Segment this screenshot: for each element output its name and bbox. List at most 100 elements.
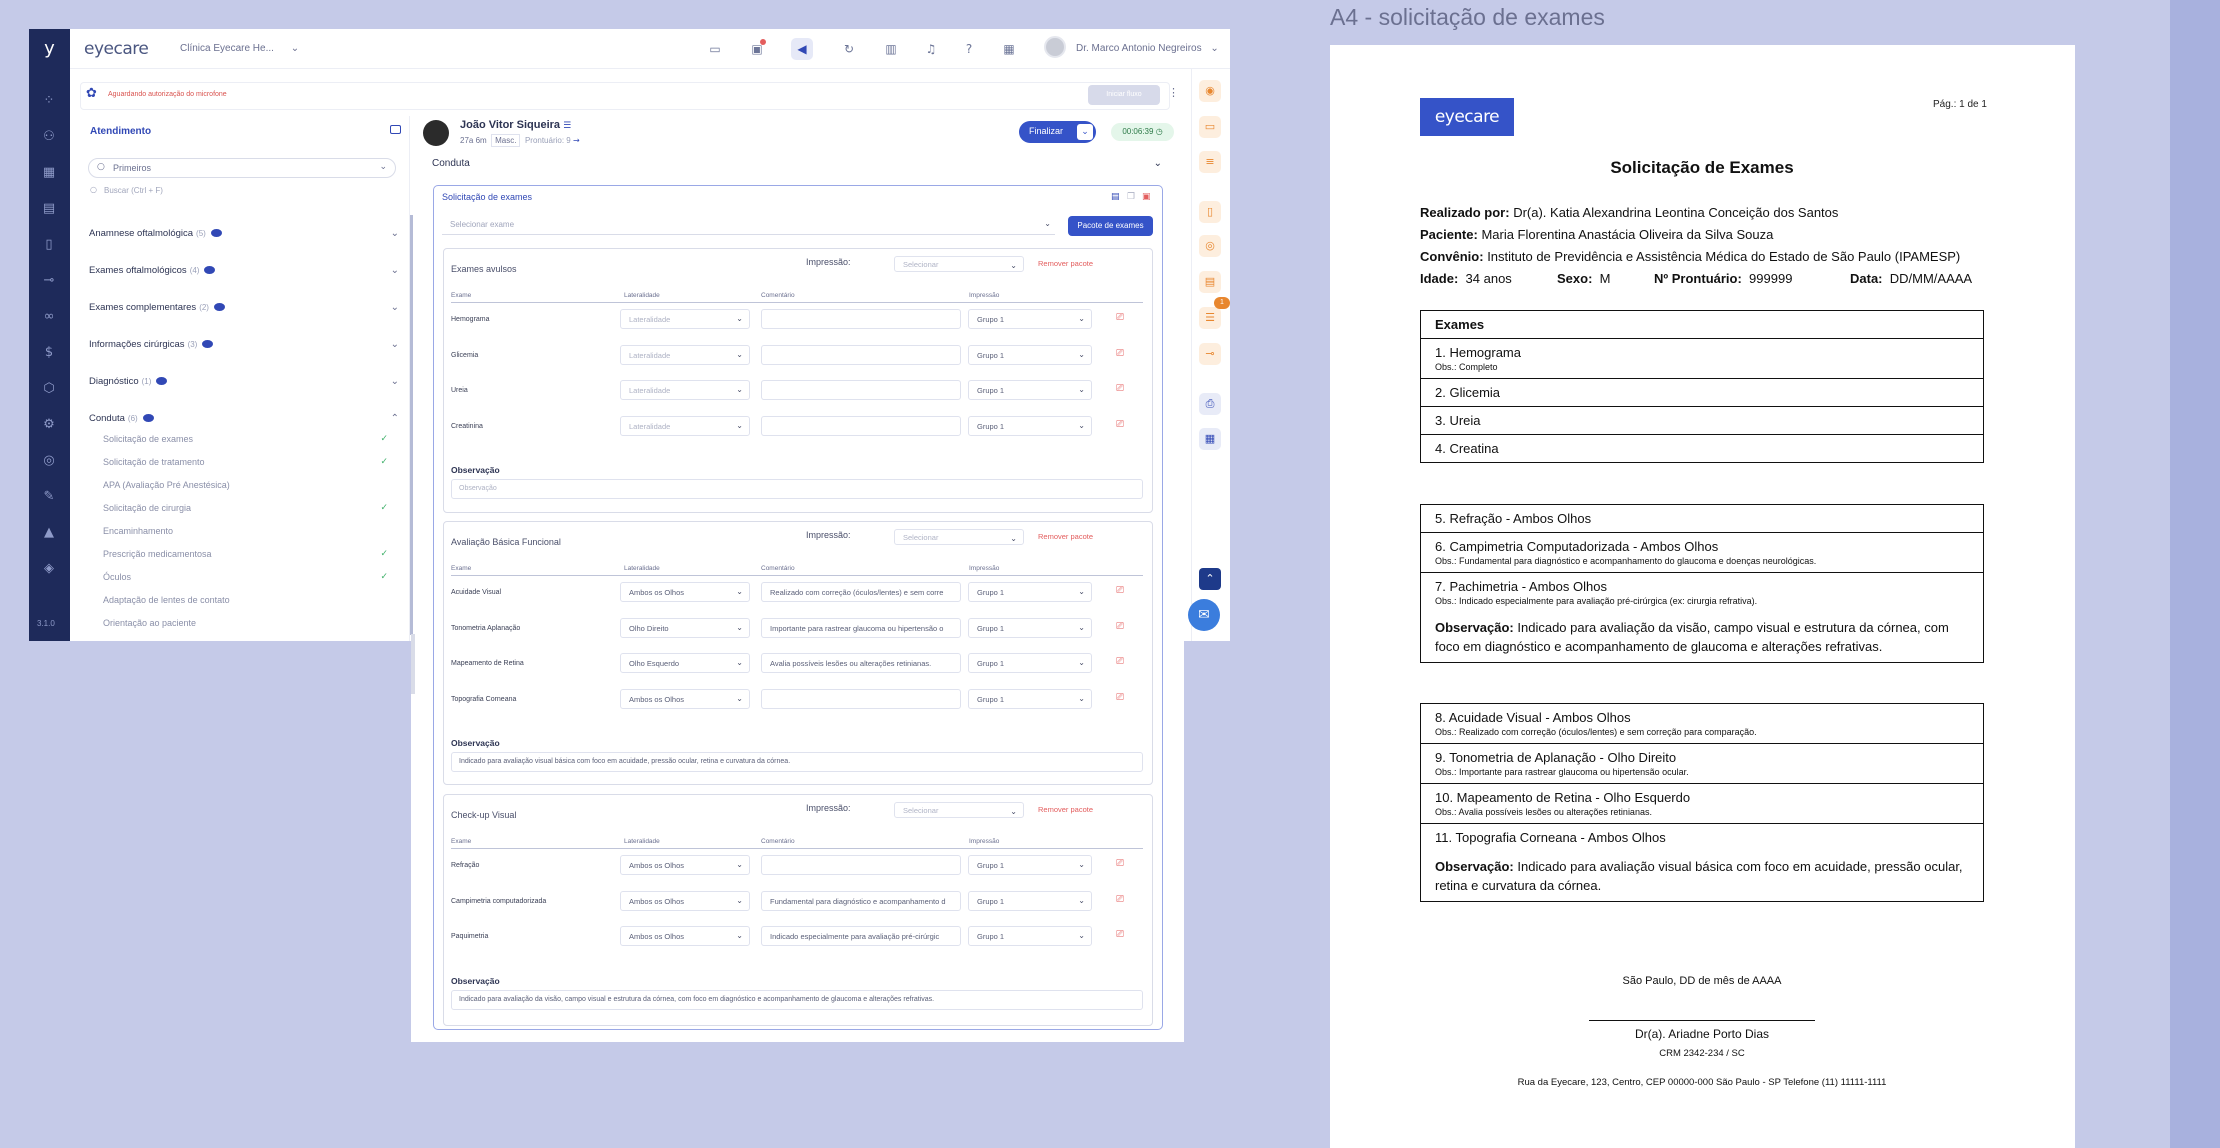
finalize-button[interactable]: Finalizar ⌄ <box>1019 121 1096 143</box>
remove-package-link[interactable]: Remover pacote <box>1038 259 1093 268</box>
print-group-select[interactable]: Grupo 1 ⌄ <box>968 415 1092 436</box>
calculator-icon[interactable]: ▦ <box>998 38 1020 60</box>
settings-icon[interactable]: ⚙ <box>39 415 59 435</box>
copy-icon[interactable]: ❐ <box>1127 192 1135 202</box>
shield-icon[interactable]: ◈ <box>39 559 59 579</box>
trash-icon[interactable]: ⎚ <box>1116 858 1124 869</box>
eye-icon[interactable]: ◎ <box>1199 235 1221 257</box>
section-exames-complementares[interactable]: Exames complementares (2) ⌄ <box>89 302 399 313</box>
sidebar-filter-select[interactable]: ○ Primeiros ⌄ <box>88 158 396 178</box>
chat-icon[interactable]: ✉ <box>1188 599 1220 631</box>
print-group-select[interactable]: Grupo 1 ⌄ <box>968 688 1092 709</box>
remove-package-link[interactable]: Remover pacote <box>1038 805 1093 814</box>
dashboard-icon[interactable]: ⁘ <box>39 91 59 111</box>
bell-icon[interactable]: ♫ <box>920 38 942 60</box>
sidebar-scrollbar[interactable] <box>410 215 413 635</box>
laterality-select[interactable]: Lateralidade ⌄ <box>620 380 750 400</box>
comment-input[interactable]: Realizado com correção (óculos/lentes) e… <box>761 582 961 602</box>
trash-icon[interactable]: ⎚ <box>1116 419 1124 430</box>
sidebar-item-solicitacao-exames[interactable]: Solicitação de exames ✓ <box>103 434 388 444</box>
glasses-icon[interactable]: ∞ <box>39 307 59 327</box>
laterality-select[interactable]: Lateralidade ⌄ <box>620 344 750 365</box>
clipboard-icon[interactable]: ▯ <box>39 235 59 255</box>
eye-icon[interactable] <box>142 414 154 423</box>
impression-select[interactable]: Selecionar ⌄ <box>894 256 1024 272</box>
chevron-down-icon[interactable]: ⌄ <box>1077 124 1093 140</box>
trash-icon[interactable]: ▣ <box>1142 192 1151 202</box>
user-menu[interactable]: Dr. Marco Antonio Negreiros ⌄ <box>1076 43 1219 54</box>
notes-icon[interactable]: ≡ <box>1199 151 1221 173</box>
print-group-select[interactable]: Grupo 1 ⌄ <box>968 890 1092 911</box>
notifications-icon[interactable]: ▣ <box>746 38 768 60</box>
sync-icon[interactable]: ↻ <box>838 38 860 60</box>
file-icon[interactable]: ▤ <box>1199 271 1221 293</box>
section-diagnostico[interactable]: Diagnóstico (1) ⌄ <box>89 376 399 387</box>
trash-icon[interactable]: ⎚ <box>1116 656 1124 667</box>
print-group-select[interactable]: Grupo 1 ⌄ <box>968 309 1092 329</box>
trash-icon[interactable]: ⎚ <box>1116 585 1124 596</box>
laterality-select[interactable]: Lateralidade ⌄ <box>620 309 750 329</box>
eye-icon[interactable] <box>213 303 225 312</box>
remove-package-link[interactable]: Remover pacote <box>1038 532 1093 541</box>
print-group-select[interactable]: Grupo 1 ⌄ <box>968 582 1092 602</box>
trash-icon[interactable]: ⎚ <box>1116 348 1124 359</box>
collapse-sidebar-icon[interactable] <box>390 125 401 134</box>
briefcase-icon[interactable]: ▭ <box>704 38 726 60</box>
sidebar-item-lentes[interactable]: Adaptação de lentes de contato <box>103 595 388 605</box>
document-icon[interactable]: ▤ <box>39 199 59 219</box>
exam-select[interactable]: Selecionar exame ⌄ <box>442 215 1055 235</box>
sidebar-item-prescricao[interactable]: Prescrição medicamentosa ✓ <box>103 549 388 559</box>
impression-select[interactable]: Selecionar ⌄ <box>894 529 1024 545</box>
sidebar-item-orientacao[interactable]: Orientação ao paciente <box>103 618 388 628</box>
section-conduta[interactable]: Conduta (6) ⌃ <box>89 413 399 424</box>
print-group-select[interactable]: Grupo 1 ⌄ <box>968 653 1092 673</box>
comment-input[interactable]: Avalia possíveis lesões ou alterações re… <box>761 653 961 673</box>
patient-name[interactable]: João Vitor Siqueira ☰ <box>460 119 571 131</box>
laterality-select[interactable]: Ambos os Olhos ⌄ <box>620 890 750 911</box>
observation-input[interactable]: Indicado para avaliação visual básica co… <box>451 752 1143 772</box>
comment-input[interactable] <box>761 309 961 329</box>
comment-input[interactable]: Importante para rastrear glaucoma ou hip… <box>761 617 961 638</box>
laterality-select[interactable]: Lateralidade ⌄ <box>620 415 750 436</box>
id-card-icon[interactable]: ▭ <box>1199 116 1221 138</box>
eye-icon[interactable] <box>210 229 222 238</box>
panel-scrollbar[interactable] <box>411 634 415 694</box>
section-anamnese[interactable]: Anamnese oftalmológica (5) ⌄ <box>89 228 399 239</box>
print-group-select[interactable]: Grupo 1 ⌄ <box>968 617 1092 638</box>
comment-input[interactable] <box>761 344 961 365</box>
trash-icon[interactable]: ⎚ <box>1116 929 1124 940</box>
user-circle-icon[interactable]: ◉ <box>1199 80 1221 102</box>
start-flow-button[interactable]: Iniciar fluxo <box>1088 85 1160 105</box>
section-exames-oftalmologicos[interactable]: Exames oftalmológicos (4) ⌄ <box>89 265 399 276</box>
patient-record[interactable]: Prontuário: 9 <box>525 136 571 145</box>
laterality-select[interactable]: Ambos os Olhos ⌄ <box>620 926 750 946</box>
sidebar-item-solicitacao-cirurgia[interactable]: Solicitação de cirurgia ✓ <box>103 503 388 513</box>
calendar-icon[interactable]: ▦ <box>39 163 59 183</box>
section-informacoes-cirurgicas[interactable]: Informações cirúrgicas (3) ⌄ <box>89 339 399 350</box>
sidebar-item-solicitacao-tratamento[interactable]: Solicitação de tratamento ✓ <box>103 457 388 467</box>
globe-icon[interactable]: ◎ <box>39 451 59 471</box>
scroll-up-button[interactable]: ⌃ <box>1199 568 1221 590</box>
eye-icon[interactable] <box>204 266 216 275</box>
box-icon[interactable]: ⬡ <box>39 379 59 399</box>
key-icon[interactable]: ⊸ <box>1199 343 1221 365</box>
key-icon[interactable]: ⊸ <box>39 271 59 291</box>
section-header-conduta[interactable]: Conduta ⌄ <box>432 158 1162 176</box>
edit-icon[interactable]: ✎ <box>39 487 59 507</box>
clinic-selector[interactable]: Clínica Eyecare He... ⌄ <box>180 43 299 54</box>
observation-input[interactable]: Indicado para avaliação da visão, campo … <box>451 989 1143 1010</box>
impression-select[interactable]: Selecionar ⌄ <box>894 802 1024 818</box>
finance-icon[interactable]: $ <box>39 343 59 363</box>
trash-icon[interactable]: ⎚ <box>1116 312 1124 323</box>
eye-icon[interactable] <box>156 377 168 386</box>
app-logo[interactable]: y <box>29 29 70 69</box>
laterality-select[interactable]: Olho Direito ⌄ <box>620 617 750 638</box>
comment-input[interactable] <box>761 380 961 400</box>
trash-icon[interactable]: ⎚ <box>1116 383 1124 394</box>
print-icon[interactable]: ⎙ <box>1199 393 1221 415</box>
help-icon[interactable]: ? <box>958 38 980 60</box>
gift-icon[interactable]: ▥ <box>880 38 902 60</box>
calendar-icon[interactable]: ▦ <box>1199 428 1221 450</box>
comment-input[interactable] <box>761 415 961 436</box>
eye-icon[interactable] <box>202 340 214 349</box>
